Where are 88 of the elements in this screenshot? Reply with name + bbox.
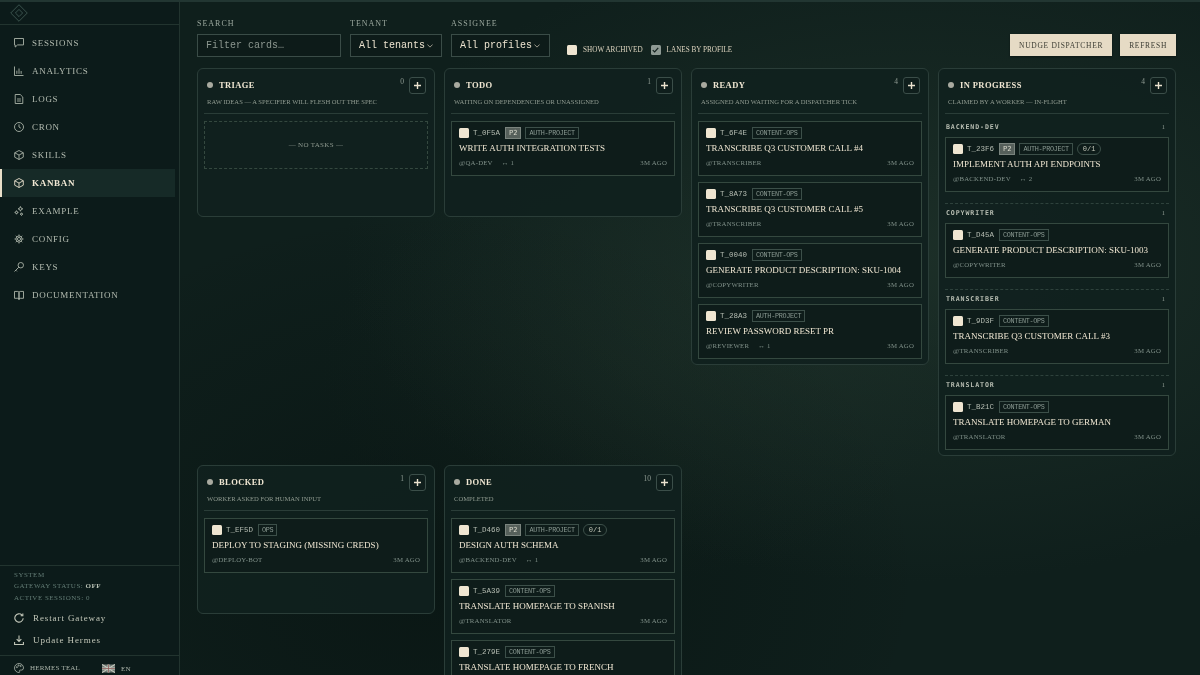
book-icon bbox=[14, 290, 24, 300]
chevron-down-icon bbox=[534, 43, 540, 48]
cube-icon bbox=[14, 150, 24, 160]
sidebar-item[interactable]: SESSIONS bbox=[0, 29, 175, 57]
task-checkbox[interactable] bbox=[706, 311, 716, 321]
add-task-button[interactable] bbox=[656, 76, 673, 94]
status-dot-icon bbox=[701, 82, 707, 88]
plus-icon bbox=[1155, 81, 1162, 89]
add-task-button[interactable] bbox=[1150, 76, 1167, 94]
task-checkbox[interactable] bbox=[953, 316, 963, 326]
sidebar-item[interactable]: EXAMPLE bbox=[0, 197, 175, 225]
column-title: READY bbox=[713, 80, 746, 90]
task-title: DEPLOY TO STAGING (MISSING CREDS) bbox=[212, 539, 380, 551]
task-checkbox[interactable] bbox=[459, 128, 469, 138]
status-dot-icon bbox=[207, 479, 213, 485]
chevron-down-icon bbox=[427, 43, 433, 48]
field-label: SEARCH bbox=[197, 19, 236, 29]
task-title: TRANSCRIBE Q3 CUSTOMER CALL #3 bbox=[953, 330, 1112, 342]
sidebar-item[interactable]: KEYS bbox=[0, 253, 175, 281]
task-checkbox[interactable] bbox=[706, 128, 716, 138]
key-icon bbox=[14, 262, 24, 272]
task-title: IMPLEMENT AUTH API ENDPOINTS bbox=[953, 158, 1102, 170]
add-task-button[interactable] bbox=[409, 76, 426, 94]
sparkle-icon bbox=[14, 206, 24, 216]
task-checkbox[interactable] bbox=[459, 647, 469, 657]
task-title: TRANSCRIBE Q3 CUSTOMER CALL #4 bbox=[706, 142, 865, 154]
task-title: TRANSCRIBE Q3 CUSTOMER CALL #5 bbox=[706, 203, 865, 215]
column-title: IN PROGRESS bbox=[960, 80, 1022, 90]
document-icon bbox=[14, 94, 24, 104]
bar-chart-icon bbox=[14, 66, 24, 76]
task-checkbox[interactable] bbox=[706, 250, 716, 260]
status-dot-icon bbox=[207, 82, 213, 88]
plus-icon bbox=[908, 81, 915, 89]
add-task-button[interactable] bbox=[903, 76, 920, 94]
task-checkbox[interactable] bbox=[953, 230, 963, 240]
cube-icon bbox=[14, 178, 24, 188]
flag-icon bbox=[102, 664, 116, 673]
refresh-icon bbox=[14, 613, 24, 623]
chat-icon bbox=[14, 38, 24, 48]
column-title: DONE bbox=[466, 477, 493, 487]
palette-icon bbox=[14, 663, 24, 673]
checkbox[interactable] bbox=[567, 45, 577, 55]
sidebar-item[interactable]: KANBAN bbox=[0, 169, 175, 197]
task-title: DESIGN AUTH SCHEMA bbox=[459, 539, 560, 551]
sidebar-action[interactable]: Update Hermes bbox=[0, 629, 179, 651]
sidebar-action[interactable]: Restart Gateway bbox=[0, 607, 179, 629]
task-title: TRANSLATE HOMEPAGE TO GERMAN bbox=[953, 416, 1113, 428]
task-checkbox[interactable] bbox=[706, 189, 716, 199]
plus-icon bbox=[661, 478, 668, 486]
task-title: GENERATE PRODUCT DESCRIPTION: SKU-1004 bbox=[706, 264, 903, 276]
assignee-select[interactable]: All profiles bbox=[451, 34, 550, 57]
task-title: REVIEW PASSWORD RESET PR bbox=[706, 325, 836, 337]
task-checkbox[interactable] bbox=[953, 402, 963, 412]
search-field[interactable]: Filter cards… bbox=[197, 34, 341, 57]
tenant-select[interactable]: All tenants bbox=[350, 34, 442, 57]
plus-icon bbox=[414, 81, 421, 89]
add-task-button[interactable] bbox=[656, 473, 673, 491]
task-title: TRANSLATE HOMEPAGE TO FRENCH bbox=[459, 661, 615, 673]
plus-icon bbox=[661, 81, 668, 89]
task-title: TRANSLATE HOMEPAGE TO SPANISH bbox=[459, 600, 616, 612]
task-checkbox[interactable] bbox=[953, 144, 963, 154]
diamond-icon bbox=[10, 4, 28, 22]
sidebar-item[interactable]: CRON bbox=[0, 113, 175, 141]
checkmark-icon bbox=[652, 47, 660, 53]
checkbox[interactable] bbox=[650, 45, 661, 55]
column-title: TRIAGE bbox=[219, 80, 255, 90]
sidebar-item[interactable]: LOGS bbox=[0, 85, 175, 113]
status-dot-icon bbox=[948, 82, 954, 88]
task-checkbox[interactable] bbox=[212, 525, 222, 535]
task-checkbox[interactable] bbox=[459, 586, 469, 596]
add-task-button[interactable] bbox=[409, 473, 426, 491]
task-checkbox[interactable] bbox=[459, 525, 469, 535]
settings-icon bbox=[14, 234, 24, 244]
column-title: BLOCKED bbox=[219, 477, 265, 487]
task-title: WRITE AUTH INTEGRATION TESTS bbox=[459, 142, 607, 154]
field-label: ASSIGNEE bbox=[451, 19, 499, 29]
plus-icon bbox=[414, 478, 421, 486]
sidebar-item[interactable]: DOCUMENTATION bbox=[0, 281, 175, 309]
clock-icon bbox=[14, 122, 24, 132]
sidebar-item[interactable]: ANALYTICS bbox=[0, 57, 175, 85]
download-icon bbox=[14, 635, 24, 645]
sidebar-item[interactable]: CONFIG bbox=[0, 225, 175, 253]
field-label: TENANT bbox=[350, 19, 389, 29]
sidebar-item[interactable]: SKILLS bbox=[0, 141, 175, 169]
status-dot-icon bbox=[454, 82, 460, 88]
task-title: GENERATE PRODUCT DESCRIPTION: SKU-1003 bbox=[953, 244, 1150, 256]
status-dot-icon bbox=[454, 479, 460, 485]
column-title: TODO bbox=[466, 80, 493, 90]
